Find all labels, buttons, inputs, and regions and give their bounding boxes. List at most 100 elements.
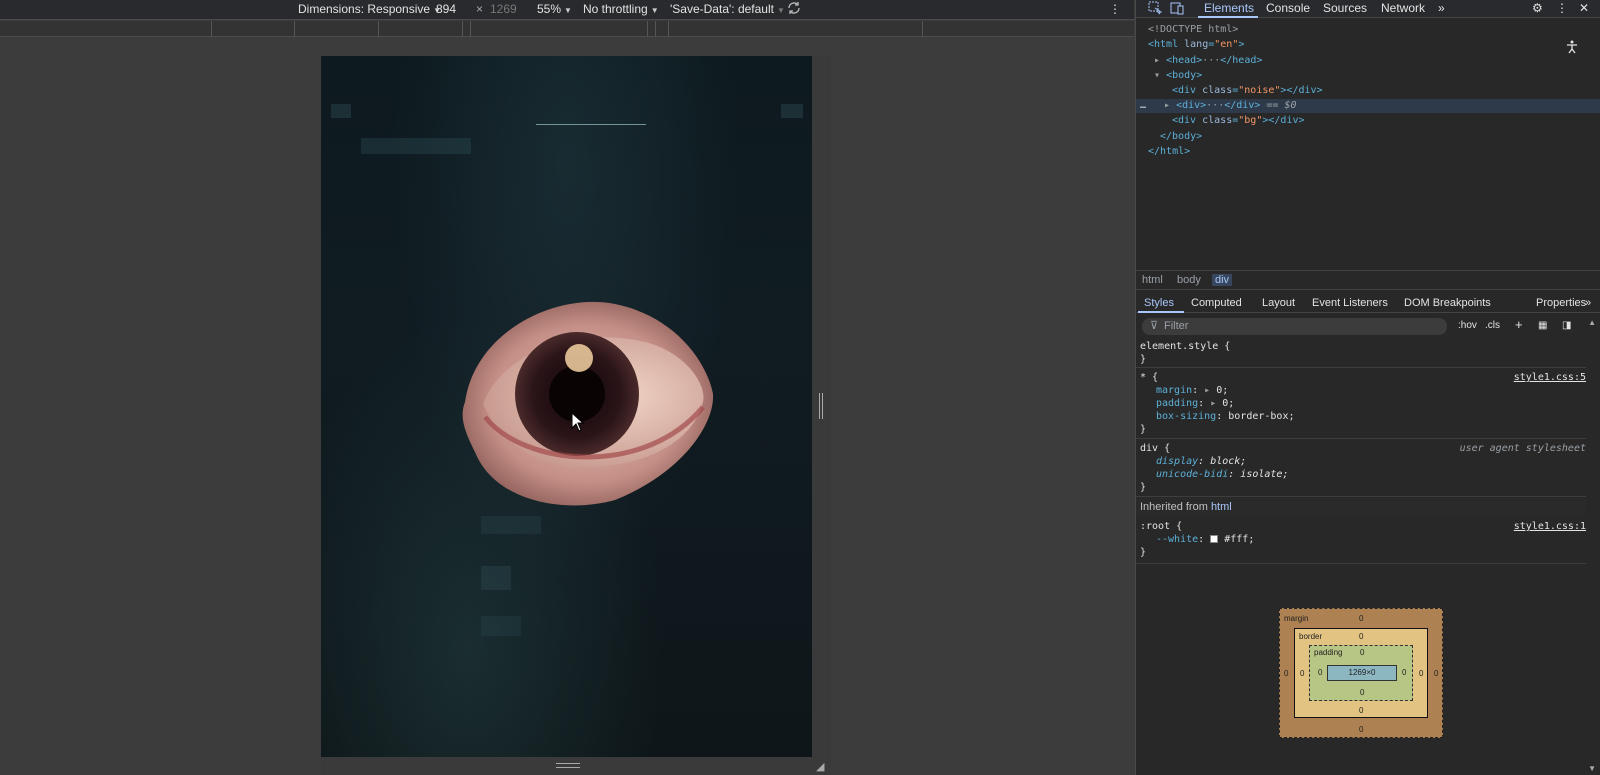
throttling-dropdown[interactable]: No throttling ▼ xyxy=(583,2,659,16)
rule-universal: * { style1.css:5 margin: ▸ 0; padding: ▸… xyxy=(1136,369,1586,439)
div-selector: div { xyxy=(1140,443,1171,454)
box-model-content[interactable]: 1269×0 xyxy=(1327,665,1397,681)
devtools-panel: Elements Console Sources Network » ⚙ ⋮ ✕… xyxy=(1135,0,1600,775)
media-query-ruler xyxy=(0,21,1134,37)
tab-dom-breakpoints[interactable]: DOM Breakpoints xyxy=(1404,297,1491,309)
rotate-icon[interactable] xyxy=(786,0,802,19)
margin-declaration[interactable]: margin: ▸ 0; xyxy=(1156,385,1228,396)
html-node[interactable]: <html lang="en"> xyxy=(1148,39,1244,50)
hover-state-button[interactable]: :hov xyxy=(1458,320,1477,331)
glitch-block xyxy=(481,566,511,590)
selected-row-ellipsis[interactable]: … xyxy=(1140,100,1146,111)
white-variable-declaration[interactable]: --white: #fff; xyxy=(1156,534,1254,545)
dom-tree: <!DOCTYPE html> <html lang="en"> ▸ <head… xyxy=(1136,20,1600,270)
box-sizing-declaration[interactable]: box-sizing: border-box; xyxy=(1156,411,1295,422)
save-data-dropdown[interactable]: 'Save-Data': default ▼ xyxy=(670,2,785,16)
paint-brush-icon[interactable]: ▦ xyxy=(1538,320,1547,331)
box-model-border[interactable]: border 0 0 0 0 padding 0 0 0 0 1269×0 xyxy=(1294,628,1428,718)
expand-arrow-icon[interactable]: ▸ xyxy=(1164,100,1170,111)
tab-sources[interactable]: Sources xyxy=(1323,1,1367,15)
breadcrumb-div[interactable]: div xyxy=(1212,274,1233,286)
body-close-node[interactable]: </body> xyxy=(1160,131,1202,142)
mouse-cursor-icon xyxy=(571,411,585,435)
device-toolbar-icon[interactable] xyxy=(1170,1,1184,18)
rule-div-ua: div { user agent stylesheet display: blo… xyxy=(1136,440,1586,497)
source-link[interactable]: style1.css:5 xyxy=(1514,372,1586,383)
chevron-down-icon: ▼ xyxy=(776,6,785,15)
more-tabs-icon[interactable]: » xyxy=(1585,297,1591,309)
resize-handle-bottom[interactable] xyxy=(556,763,580,768)
class-toggle-button[interactable]: .cls xyxy=(1485,320,1500,331)
tab-network[interactable]: Network xyxy=(1381,1,1425,15)
tab-event-listeners[interactable]: Event Listeners xyxy=(1312,297,1388,309)
times-separator: × xyxy=(476,2,484,16)
box-model-margin[interactable]: margin 0 0 0 0 border 0 0 0 0 padding 0 … xyxy=(1279,608,1443,738)
rule-root: :root { style1.css:1 --white: #fff; } xyxy=(1136,518,1586,564)
div-noise-node[interactable]: <div class="noise"></div> xyxy=(1172,85,1323,96)
sidebar-toggle-icon[interactable]: ◨ xyxy=(1562,320,1571,331)
root-selector[interactable]: :root { xyxy=(1140,521,1182,532)
settings-gear-icon[interactable]: ⚙ xyxy=(1532,1,1543,15)
html-close-node[interactable]: </html> xyxy=(1148,146,1190,157)
resize-handle-right[interactable] xyxy=(819,393,823,419)
more-tabs-icon[interactable]: » xyxy=(1438,1,1445,15)
scroll-down-icon[interactable]: ▼ xyxy=(1588,764,1596,773)
glitch-block xyxy=(481,516,541,534)
more-options-icon[interactable]: ⋮ xyxy=(1556,1,1568,15)
selected-marker: == $0 xyxy=(1266,100,1297,111)
resize-corner-icon[interactable]: ◢ xyxy=(816,760,824,773)
box-model-diagram: margin 0 0 0 0 border 0 0 0 0 padding 0 … xyxy=(1279,608,1443,738)
device-toolbar: Dimensions: Responsive ▼ 894 × 1269 55% ▼ … xyxy=(0,0,1134,20)
more-options-icon[interactable]: ⋮ xyxy=(1109,2,1121,16)
element-style-selector[interactable]: element.style { xyxy=(1140,341,1230,352)
width-input[interactable]: 894 xyxy=(436,2,456,16)
collapse-arrow-icon[interactable]: ▾ xyxy=(1154,70,1160,81)
devtools-tab-bar: Elements Console Sources Network » ⚙ ⋮ ✕ xyxy=(1136,0,1600,18)
div-selected-node[interactable]: ▸ <div>···</div> == $0 xyxy=(1164,100,1297,111)
filter-input[interactable]: ⊽ Filter xyxy=(1142,318,1447,335)
glitch-block xyxy=(481,616,521,636)
head-node[interactable]: ▸ <head>···</head> xyxy=(1154,55,1262,66)
tab-styles[interactable]: Styles xyxy=(1144,297,1174,309)
inherited-header: Inherited from html xyxy=(1136,498,1586,516)
zoom-label: 55% xyxy=(537,2,562,16)
display-declaration: display: block; xyxy=(1156,456,1247,467)
device-emulation-pane: Dimensions: Responsive ▼ 894 × 1269 55% ▼ … xyxy=(0,0,1134,775)
box-model-padding[interactable]: padding 0 0 0 0 1269×0 xyxy=(1309,645,1413,701)
scroll-up-icon[interactable]: ▲ xyxy=(1588,318,1596,327)
expand-arrow-icon[interactable]: ▸ xyxy=(1154,55,1160,66)
doctype-line: <!DOCTYPE html> xyxy=(1148,24,1239,35)
padding-declaration[interactable]: padding: ▸ 0; xyxy=(1156,398,1234,409)
height-input[interactable]: 1269 xyxy=(490,2,517,16)
tab-layout[interactable]: Layout xyxy=(1262,297,1295,309)
tab-console[interactable]: Console xyxy=(1266,1,1310,15)
breadcrumb-html[interactable]: html xyxy=(1142,274,1163,286)
inherited-from-link[interactable]: html xyxy=(1211,501,1232,513)
color-swatch[interactable] xyxy=(1210,535,1219,543)
chevron-down-icon: ▼ xyxy=(650,6,659,15)
zoom-dropdown[interactable]: 55% ▼ xyxy=(537,2,572,16)
accessibility-icon[interactable] xyxy=(1566,40,1578,57)
breadcrumb-body[interactable]: body xyxy=(1177,274,1201,286)
close-icon[interactable]: ✕ xyxy=(1579,1,1589,15)
div-bg-node[interactable]: <div class="bg"></div> xyxy=(1172,115,1305,126)
dimensions-dropdown[interactable]: Dimensions: Responsive ▼ xyxy=(298,2,441,16)
tab-computed[interactable]: Computed xyxy=(1191,297,1242,309)
tab-properties[interactable]: Properties xyxy=(1536,297,1586,309)
source-link[interactable]: style1.css:1 xyxy=(1514,521,1586,532)
body-node[interactable]: ▾ <body> xyxy=(1154,70,1202,81)
eye-image xyxy=(445,292,715,512)
throttling-label: No throttling xyxy=(583,2,648,16)
device-viewport[interactable] xyxy=(321,56,812,757)
tab-elements[interactable]: Elements xyxy=(1204,1,1254,15)
inspect-element-icon[interactable] xyxy=(1148,1,1163,18)
styles-tab-bar: Styles Computed Layout Event Listeners D… xyxy=(1136,293,1600,313)
glitch-streak xyxy=(536,124,646,125)
styles-filter-row: ⊽ Filter :hov .cls + ▦ ◨ xyxy=(1136,316,1600,338)
user-agent-label: user agent stylesheet xyxy=(1459,443,1586,454)
new-rule-icon[interactable]: + xyxy=(1515,317,1523,332)
universal-selector[interactable]: * { xyxy=(1140,372,1158,383)
glitch-block xyxy=(361,138,471,154)
dimensions-label: Dimensions: Responsive xyxy=(298,2,431,16)
filter-icon: ⊽ xyxy=(1150,320,1159,332)
